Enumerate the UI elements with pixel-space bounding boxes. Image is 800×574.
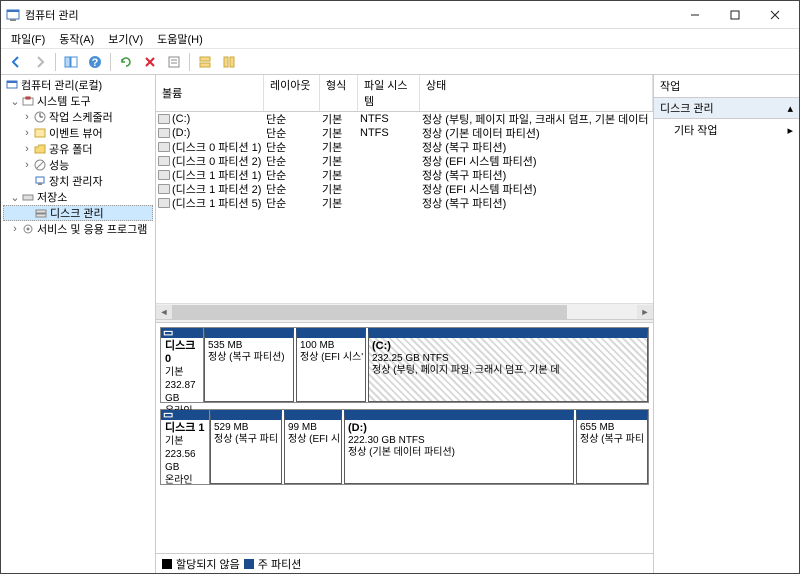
horizontal-scrollbar[interactable]: ◄ ►	[156, 303, 653, 319]
legend-unallocated-label: 할당되지 않음	[176, 556, 240, 572]
volume-row[interactable]: (디스크 1 파티션 5)단순기본정상 (복구 파티션)	[156, 196, 653, 210]
properties-button[interactable]	[163, 51, 185, 73]
scroll-left-button[interactable]: ◄	[156, 305, 172, 319]
minimize-button[interactable]	[675, 1, 715, 29]
col-type[interactable]: 형식	[320, 75, 358, 111]
menu-file[interactable]: 파일(F)	[5, 29, 51, 49]
volume-row[interactable]: (D:)단순기본NTFS정상 (기본 데이터 파티션)	[156, 126, 653, 140]
view-details-button[interactable]	[218, 51, 240, 73]
actions-panel: 작업 디스크 관리▴ 기타 작업▸	[654, 75, 799, 573]
tree-disk-management[interactable]: 디스크 관리	[3, 205, 153, 221]
tree-scheduler[interactable]: ›작업 스케줄러	[3, 109, 153, 125]
tree-shared-folders[interactable]: ›공유 폴더	[3, 141, 153, 157]
refresh-button[interactable]	[115, 51, 137, 73]
partition[interactable]: (D:)222.30 GB NTFS정상 (기본 데이터 파티션)	[344, 410, 574, 484]
menubar: 파일(F) 동작(A) 보기(V) 도움말(H)	[1, 29, 799, 49]
actions-disk-section[interactable]: 디스크 관리▴	[654, 98, 799, 119]
close-button[interactable]	[755, 1, 795, 29]
partition[interactable]: (C:)232.25 GB NTFS정상 (부팅, 페이지 파일, 크래시 덤프…	[368, 328, 648, 402]
collapse-icon: ▴	[787, 102, 793, 115]
actions-header: 작업	[654, 75, 799, 98]
forward-button[interactable]	[29, 51, 51, 73]
drive-icon	[158, 170, 170, 180]
back-button[interactable]	[5, 51, 27, 73]
view-list-button[interactable]	[194, 51, 216, 73]
volume-row[interactable]: (디스크 1 파티션 2)단순기본정상 (EFI 시스템 파티션)	[156, 182, 653, 196]
titlebar: 컴퓨터 관리	[1, 1, 799, 29]
disk-bar-icon: ▭	[163, 409, 173, 422]
delete-icon[interactable]	[139, 51, 161, 73]
legend-primary-swatch	[244, 559, 254, 569]
disk-info: ▭디스크 0기본232.87 GB온라인	[161, 328, 204, 402]
col-filesystem[interactable]: 파일 시스템	[358, 75, 420, 111]
legend-primary-label: 주 파티션	[258, 556, 302, 572]
center-panel: 볼륨 레이아웃 형식 파일 시스템 상태 (C:)단순기본NTFS정상 (부팅,…	[156, 75, 654, 573]
menu-action[interactable]: 동작(A)	[53, 29, 100, 49]
disk-map: ▭디스크 0기본232.87 GB온라인535 MB정상 (복구 파티션)100…	[156, 323, 653, 553]
scroll-right-button[interactable]: ►	[637, 305, 653, 319]
menu-view[interactable]: 보기(V)	[102, 29, 149, 49]
partition[interactable]: 99 MB정상 (EFI 시	[284, 410, 342, 484]
tree-device-manager[interactable]: 장치 관리자	[3, 173, 153, 189]
menu-help[interactable]: 도움말(H)	[151, 29, 209, 49]
volume-row[interactable]: (디스크 0 파티션 2)단순기본정상 (EFI 시스템 파티션)	[156, 154, 653, 168]
disk[interactable]: ▭디스크 1기본223.56 GB온라인529 MB정상 (복구 파티99 MB…	[160, 409, 649, 485]
col-layout[interactable]: 레이아웃	[264, 75, 320, 111]
volume-list[interactable]: (C:)단순기본NTFS정상 (부팅, 페이지 파일, 크래시 덤프, 기본 데…	[156, 112, 653, 303]
actions-other[interactable]: 기타 작업▸	[654, 119, 799, 141]
partition[interactable]: 535 MB정상 (복구 파티션)	[204, 328, 294, 402]
legend: 할당되지 않음 주 파티션	[156, 553, 653, 573]
tree-root[interactable]: 컴퓨터 관리(로컬)	[3, 77, 153, 93]
tree-system-tools[interactable]: ⌄시스템 도구	[3, 93, 153, 109]
volume-row[interactable]: (디스크 0 파티션 1)단순기본정상 (복구 파티션)	[156, 140, 653, 154]
tree-storage[interactable]: ⌄저장소	[3, 189, 153, 205]
drive-icon	[158, 184, 170, 194]
window-title: 컴퓨터 관리	[25, 7, 675, 23]
volume-row[interactable]: (디스크 1 파티션 1)단순기본정상 (복구 파티션)	[156, 168, 653, 182]
toolbar: ?	[1, 49, 799, 75]
maximize-button[interactable]	[715, 1, 755, 29]
scroll-thumb[interactable]	[172, 305, 567, 319]
chevron-right-icon: ▸	[787, 124, 793, 137]
disk[interactable]: ▭디스크 0기본232.87 GB온라인535 MB정상 (복구 파티션)100…	[160, 327, 649, 403]
col-status[interactable]: 상태	[420, 75, 653, 111]
svg-text:?: ?	[92, 57, 99, 69]
help-button[interactable]: ?	[84, 51, 106, 73]
partition[interactable]: 100 MB정상 (EFI 시스'	[296, 328, 366, 402]
tree-event-viewer[interactable]: ›이벤트 뷰어	[3, 125, 153, 141]
drive-icon	[158, 156, 170, 166]
nav-tree[interactable]: 컴퓨터 관리(로컬) ⌄시스템 도구 ›작업 스케줄러 ›이벤트 뷰어 ›공유 …	[1, 75, 156, 573]
tree-performance[interactable]: ›성능	[3, 157, 153, 173]
partition[interactable]: 529 MB정상 (복구 파티	[210, 410, 282, 484]
volume-row[interactable]: (C:)단순기본NTFS정상 (부팅, 페이지 파일, 크래시 덤프, 기본 데…	[156, 112, 653, 126]
disk-bar-icon: ▭	[163, 327, 173, 340]
app-icon	[5, 7, 21, 23]
partition[interactable]: 655 MB정상 (복구 파티	[576, 410, 648, 484]
volume-list-header[interactable]: 볼륨 레이아웃 형식 파일 시스템 상태	[156, 75, 653, 112]
drive-icon	[158, 114, 170, 124]
drive-icon	[158, 142, 170, 152]
legend-unallocated-swatch	[162, 559, 172, 569]
disk-info: ▭디스크 1기본223.56 GB온라인	[161, 410, 210, 484]
show-hide-tree-button[interactable]	[60, 51, 82, 73]
col-volume[interactable]: 볼륨	[156, 75, 264, 111]
tree-services[interactable]: ›서비스 및 응용 프로그램	[3, 221, 153, 237]
drive-icon	[158, 128, 170, 138]
drive-icon	[158, 198, 170, 208]
